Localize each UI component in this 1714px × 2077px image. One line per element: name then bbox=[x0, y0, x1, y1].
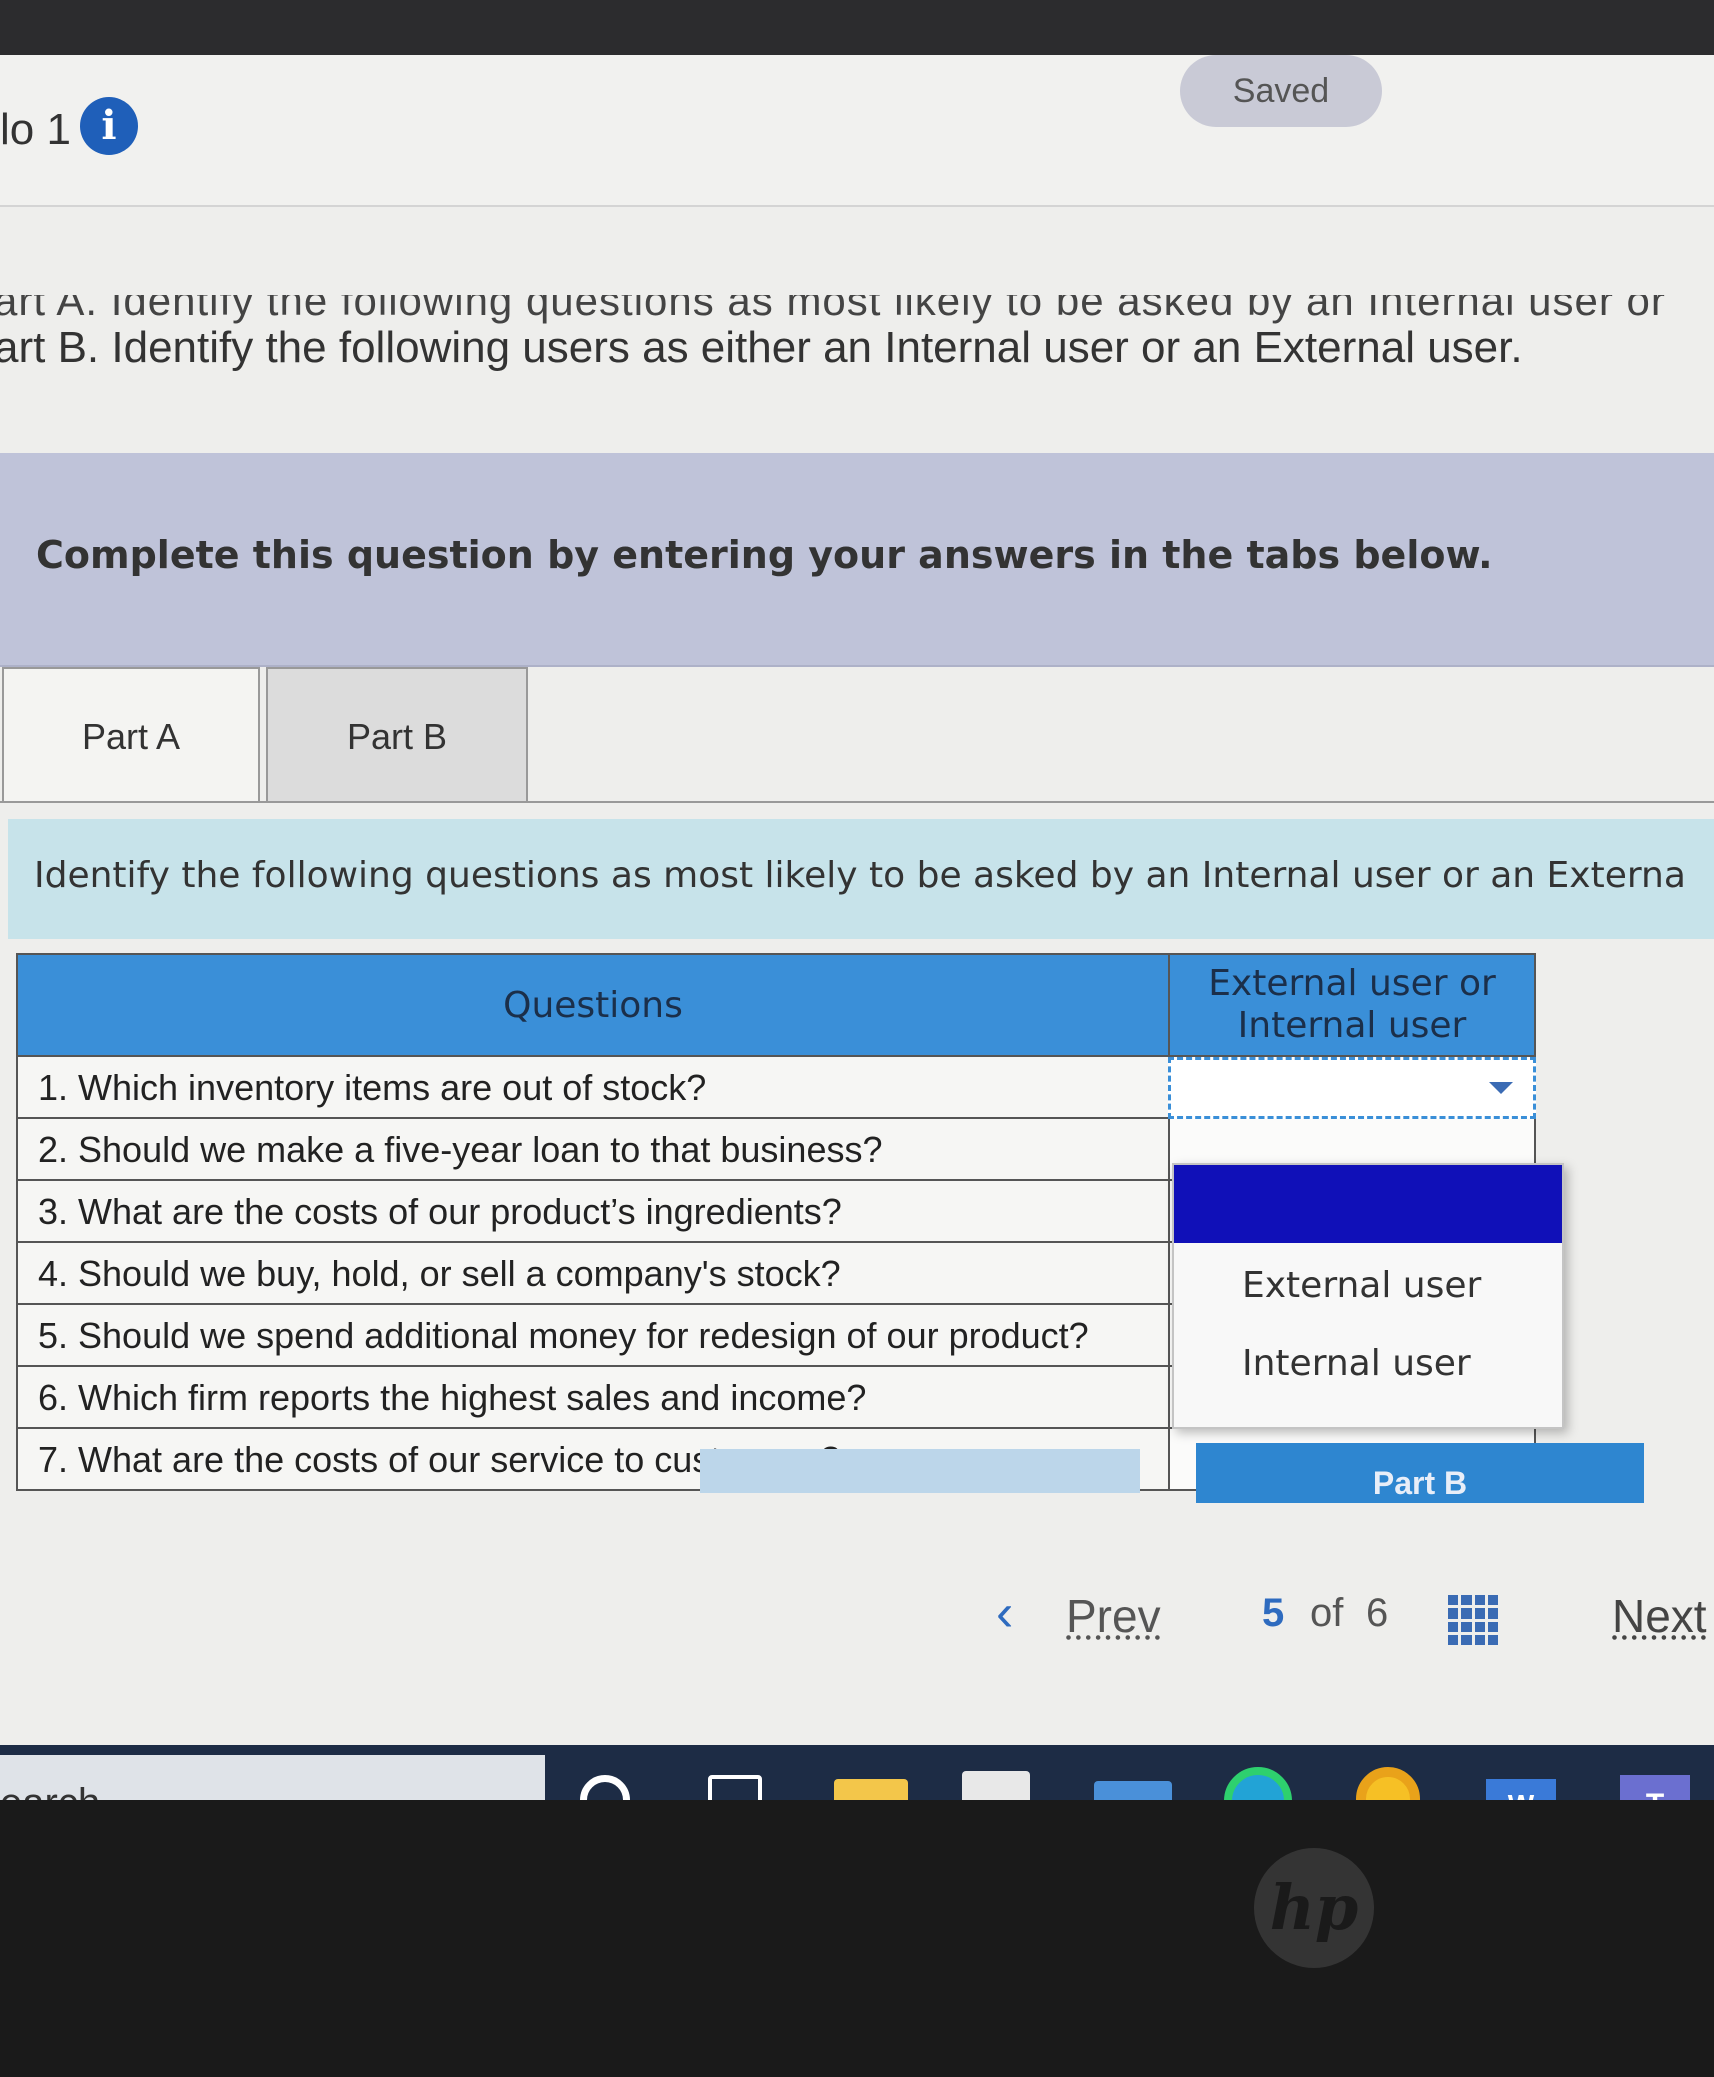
prev-button[interactable]: Prev bbox=[1066, 1589, 1161, 1643]
table-row: 2. Should we make a five-year loan to th… bbox=[16, 1119, 1170, 1181]
question-number: lo 1 bbox=[0, 105, 71, 154]
prompt-text: Identify the following questions as most… bbox=[34, 855, 1686, 896]
dropdown-option-external[interactable]: External user bbox=[1242, 1265, 1481, 1306]
question-text: 3. What are the costs of our product’s i… bbox=[38, 1191, 842, 1232]
table-row: 6. Which firm reports the highest sales … bbox=[16, 1367, 1170, 1429]
tabs-banner: Complete this question by entering your … bbox=[0, 453, 1714, 667]
mail-icon[interactable]: 2 bbox=[1094, 1781, 1172, 1800]
table-row: 1. Which inventory items are out of stoc… bbox=[16, 1057, 1170, 1119]
question-text: 2. Should we make a five-year loan to th… bbox=[38, 1129, 883, 1170]
hp-logo: hp bbox=[1254, 1848, 1374, 1968]
previous-part-button[interactable] bbox=[700, 1449, 1140, 1493]
chrome-icon[interactable] bbox=[1356, 1767, 1420, 1800]
instructions: art A. Identify the following questions … bbox=[0, 295, 1714, 465]
teams-icon[interactable]: T bbox=[1620, 1775, 1690, 1800]
instruction-part-a: art A. Identify the following questions … bbox=[0, 295, 1666, 324]
total-pages: 6 bbox=[1366, 1591, 1389, 1635]
saved-status-badge: Saved bbox=[1180, 55, 1382, 127]
next-button[interactable]: Next bbox=[1612, 1589, 1707, 1643]
question-text: 5. Should we spend additional money for … bbox=[38, 1315, 1089, 1356]
answer-dropdown-menu: External user Internal user bbox=[1172, 1163, 1564, 1429]
taskbar-search[interactable]: earch bbox=[0, 1755, 545, 1800]
column-header-questions: Questions bbox=[16, 953, 1170, 1057]
file-explorer-icon[interactable] bbox=[834, 1779, 908, 1800]
browser-screen: lo 1 i Saved art A. Identify the followi… bbox=[0, 55, 1714, 1800]
info-icon[interactable]: i bbox=[80, 97, 138, 155]
prompt-bar: Identify the following questions as most… bbox=[8, 819, 1714, 939]
chevron-left-icon[interactable]: ‹ bbox=[996, 1583, 1013, 1643]
task-view-icon[interactable] bbox=[708, 1775, 762, 1800]
word-icon[interactable]: W bbox=[1486, 1779, 1556, 1800]
search-placeholder: earch bbox=[0, 1781, 100, 1800]
dropdown-option-blank[interactable] bbox=[1174, 1165, 1562, 1243]
edge-icon[interactable] bbox=[1224, 1767, 1292, 1800]
table-row: 4. Should we buy, hold, or sell a compan… bbox=[16, 1243, 1170, 1305]
chevron-down-icon bbox=[1489, 1082, 1513, 1094]
cortana-icon[interactable] bbox=[580, 1775, 630, 1800]
laptop-bezel-top bbox=[0, 0, 1714, 55]
page-of-label: of bbox=[1310, 1591, 1344, 1635]
table-row: 3. What are the costs of our product’s i… bbox=[16, 1181, 1170, 1243]
part-a-panel: Identify the following questions as most… bbox=[0, 801, 1714, 1503]
instruction-part-b: art B. Identify the following users as e… bbox=[0, 323, 1523, 372]
question-text: 6. Which firm reports the highest sales … bbox=[38, 1377, 867, 1418]
question-text: 4. Should we buy, hold, or sell a compan… bbox=[38, 1253, 841, 1294]
tab-part-a[interactable]: Part A bbox=[2, 667, 260, 803]
question-navigation: ‹ Prev 5 of 6 Next bbox=[0, 1565, 1714, 1655]
current-page: 5 bbox=[1262, 1591, 1285, 1635]
grid-icon[interactable] bbox=[1448, 1595, 1498, 1645]
next-part-button[interactable]: Part B bbox=[1196, 1443, 1644, 1503]
question-text: 1. Which inventory items are out of stoc… bbox=[38, 1067, 707, 1108]
column-header-user-type: External user or Internal user bbox=[1168, 953, 1536, 1057]
answer-select-1[interactable] bbox=[1168, 1057, 1536, 1119]
question-header: lo 1 i Saved bbox=[0, 55, 1714, 207]
tab-part-b[interactable]: Part B bbox=[266, 667, 528, 803]
dropdown-option-internal[interactable]: Internal user bbox=[1242, 1343, 1471, 1384]
banner-text: Complete this question by entering your … bbox=[36, 533, 1493, 577]
windows-taskbar: earch 2 W T bbox=[0, 1745, 1714, 1800]
table-row: 5. Should we spend additional money for … bbox=[16, 1305, 1170, 1367]
store-icon[interactable] bbox=[962, 1771, 1030, 1800]
